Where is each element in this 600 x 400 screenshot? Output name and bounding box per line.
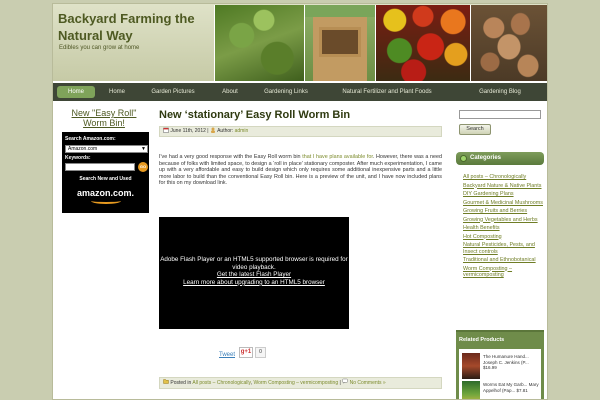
nav-natural-fertilizer[interactable]: Natural Fertilizer and Plant Foods — [323, 86, 451, 98]
html5-upgrade-link[interactable]: Learn more about upgrading to an HTML5 b… — [159, 279, 349, 287]
category-link[interactable]: Growing Vegetables and Herbs — [463, 217, 538, 223]
related-product-2[interactable]: Worms Eat My Garb... Mary Appelhof (Pap.… — [483, 382, 539, 393]
post-date: June 11th, 2012 — [170, 128, 206, 134]
category-link[interactable]: Worm Composting – vermicomposting — [463, 266, 512, 279]
amazon-logo[interactable]: amazon.com. — [62, 188, 149, 198]
header-photo-worm-bin — [304, 5, 375, 81]
amazon-widget-title[interactable]: New "Easy Roll" Worm Bin! — [59, 108, 149, 128]
site-description: Edibles you can grow at home — [59, 45, 140, 51]
google-plus-count: 0 — [255, 347, 266, 358]
nav-garden-pictures[interactable]: Garden Pictures — [141, 86, 205, 98]
list-item: Traditional and Ethnobotanical — [463, 257, 543, 264]
main-nav: Home Home Garden Pictures About Gardenin… — [53, 83, 547, 101]
comment-icon — [342, 378, 348, 386]
list-item: Worm Composting – vermicomposting — [463, 266, 543, 279]
book-cover-image[interactable] — [462, 381, 480, 399]
category-link[interactable]: Natural Pesticides, Pests, and Insect co… — [463, 242, 535, 255]
raised-bed-shape — [319, 27, 361, 57]
calendar-icon — [163, 127, 169, 133]
comments-link[interactable]: No Comments » — [350, 380, 386, 386]
amazon-promo-text: Search New and Used — [79, 176, 132, 182]
page: Backyard Farming the Natural Way Edibles… — [52, 3, 548, 400]
bullet-icon — [460, 155, 467, 162]
category-link[interactable]: DIY Gardening Plans — [463, 191, 514, 197]
header-photo-mushrooms — [470, 5, 547, 81]
posted-in-label: Posted in — [170, 380, 192, 386]
related-products: Related Products The Humanure Hand... Jo… — [456, 330, 544, 399]
categories-header: Categories — [456, 152, 544, 165]
nav-home-active[interactable]: Home — [57, 86, 95, 98]
category-link-chronological[interactable]: All posts – Chronologically — [192, 380, 250, 386]
list-item: DIY Gardening Plans — [463, 191, 543, 198]
category-link[interactable]: Traditional and Ethnobotanical — [463, 257, 536, 263]
nav-about[interactable]: About — [211, 86, 249, 98]
folder-icon — [163, 379, 169, 386]
category-link[interactable]: All posts – Chronologically — [463, 174, 526, 180]
post-title[interactable]: New ‘stationary’ Easy Roll Worm Bin — [159, 108, 442, 122]
amazon-keyword-input[interactable] — [65, 163, 135, 171]
list-item: Natural Pesticides, Pests, and Insect co… — [463, 242, 543, 255]
amazon-keywords-label: Keywords: — [65, 155, 91, 161]
header-photo-vegetables — [375, 5, 470, 81]
search-button[interactable]: Search — [459, 124, 491, 135]
nav-gardening-links[interactable]: Gardening Links — [255, 86, 317, 98]
amazon-go-button[interactable]: GO — [138, 162, 148, 172]
nav-home[interactable]: Home — [99, 86, 135, 98]
categories-title: Categories — [470, 155, 502, 161]
post-body: I've had a very good response with the E… — [159, 154, 442, 187]
video-player[interactable]: Adobe Flash Player or an HTML5 supported… — [159, 217, 349, 329]
post-footer: Posted in All posts – Chronologically, W… — [159, 377, 442, 389]
related-product-1[interactable]: The Humanure Hand... Joseph C. Jenkins (… — [483, 354, 539, 371]
header-photo-garden — [214, 5, 304, 81]
category-link[interactable]: Health Benefits — [463, 225, 500, 231]
site-title[interactable]: Backyard Farming the Natural Way — [58, 10, 208, 44]
nav-gardening-blog[interactable]: Gardening Blog — [457, 86, 543, 98]
list-item: Backyard Nature & Native Plants — [463, 183, 543, 190]
user-icon — [210, 127, 216, 133]
related-products-title: Related Products — [459, 337, 505, 343]
post-body-text-1: I've had a very good response with the E… — [159, 154, 303, 160]
amazon-search-widget: Search Amazon.com: Amazon.com ▼ Keywords:… — [62, 132, 149, 213]
header: Backyard Farming the Natural Way Edibles… — [53, 4, 547, 81]
amazon-smile-icon — [91, 198, 121, 204]
category-link[interactable]: Backyard Nature & Native Plants — [463, 183, 542, 189]
post-author-link[interactable]: admin — [235, 128, 249, 134]
category-link[interactable]: Gourmet & Medicinal Mushrooms — [463, 200, 543, 206]
chevron-down-icon: ▼ — [141, 146, 146, 152]
video-message: Adobe Flash Player or an HTML5 supported… — [160, 256, 348, 271]
book-cover-image[interactable] — [462, 353, 480, 379]
category-link[interactable]: Growing Fruits and Berries — [463, 208, 527, 214]
post-author-label: Author: — [217, 128, 234, 134]
amazon-store-select[interactable]: Amazon.com ▼ — [65, 145, 148, 153]
list-item: Growing Vegetables and Herbs — [463, 217, 543, 224]
related-products-box: The Humanure Hand... Joseph C. Jenkins (… — [459, 349, 541, 399]
google-plus-button[interactable]: g+1 — [239, 347, 253, 358]
list-item: All posts – Chronologically — [463, 174, 543, 181]
amazon-search-label: Search Amazon.com: — [65, 136, 116, 142]
list-item: Health Benefits — [463, 225, 543, 232]
category-link[interactable]: Hot Composting — [463, 234, 502, 240]
amazon-select-value: Amazon.com — [68, 146, 98, 152]
category-link-worm-composting[interactable]: Worm Composting – vermicomposting — [253, 380, 338, 386]
left-sidebar: New "Easy Roll" Worm Bin! Search Amazon.… — [59, 108, 149, 213]
tweet-button[interactable]: Tweet — [219, 352, 235, 358]
list-item: Growing Fruits and Berries — [463, 208, 543, 215]
search-input[interactable] — [459, 110, 541, 119]
flash-player-link[interactable]: Get the latest Flash Player — [159, 271, 349, 279]
list-item: Gourmet & Medicinal Mushrooms — [463, 200, 543, 207]
main-content: New ‘stationary’ Easy Roll Worm Bin June… — [159, 108, 442, 389]
categories-list: All posts – Chronologically Backyard Nat… — [463, 174, 543, 281]
list-item: Hot Composting — [463, 234, 543, 241]
plans-link[interactable]: that I have plans available for — [302, 154, 373, 160]
post-meta: June 11th, 2012 | Author: admin — [159, 126, 442, 137]
